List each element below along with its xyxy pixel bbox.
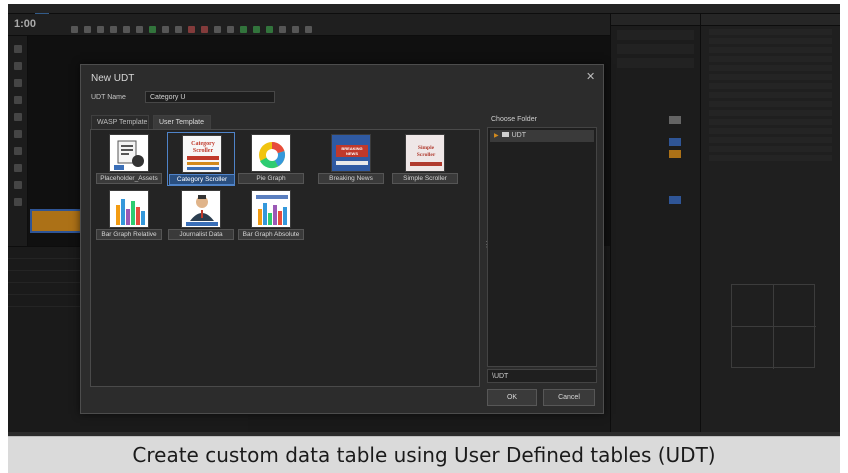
folder-item-udt[interactable]: ▶ UDT	[490, 130, 594, 142]
template-label: Journalist Data	[168, 229, 234, 240]
close-icon[interactable]: ✕	[586, 70, 595, 83]
breaking-news-thumbnail: BREAKING NEWS	[331, 134, 371, 172]
caption-text: Create custom data table using User Defi…	[132, 443, 716, 467]
tab-wasp-template[interactable]: WASP Template	[91, 115, 149, 129]
chevron-right-icon[interactable]: ▶	[494, 133, 499, 139]
template-tile-bar-graph-relative[interactable]: Bar Graph Relative	[95, 188, 163, 242]
template-tile-bar-graph-absolute[interactable]: Bar Graph Absolute	[237, 188, 305, 242]
dialog-title: New UDT	[91, 73, 135, 84]
template-tile-breaking-news[interactable]: BREAKING NEWS Breaking News	[317, 132, 385, 186]
simple-scroller-thumbnail: Simple Scroller	[405, 134, 445, 172]
template-gallery: Placeholder_Assets Category Scroller Cat…	[90, 129, 480, 387]
thumb-text: Category	[191, 141, 215, 147]
thumb-text: NEWS	[346, 151, 358, 156]
bar-graph-absolute-thumbnail	[251, 190, 291, 228]
template-tile-placeholder-assets[interactable]: Placeholder_Assets	[95, 132, 163, 186]
bar-graph-relative-thumbnail	[109, 190, 149, 228]
template-tile-journalist-data[interactable]: Journalist Data	[167, 188, 235, 242]
folder-path-field[interactable]: \UDT	[487, 369, 597, 383]
pie-graph-thumbnail	[251, 134, 291, 172]
template-tile-category-scroller[interactable]: Category Scroller Category Scroller	[167, 132, 235, 186]
choose-folder-label: Choose Folder	[491, 116, 537, 123]
template-label: Simple Scroller	[392, 173, 458, 184]
video-caption-bar: Create custom data table using User Defi…	[8, 436, 840, 473]
template-label: Placeholder_Assets	[96, 173, 162, 184]
template-label: Bar Graph Absolute	[238, 229, 304, 240]
udt-name-label: UDT Name	[91, 94, 126, 101]
cancel-button[interactable]: Cancel	[543, 389, 595, 406]
folder-tree: ▶ UDT	[487, 127, 597, 367]
template-tile-simple-scroller[interactable]: Simple Scroller Simple Scroller	[391, 132, 459, 186]
screenshot-stage: ■ ■ ■ 1:00	[0, 0, 848, 473]
folder-name: UDT	[511, 132, 527, 139]
template-label: Breaking News	[318, 173, 384, 184]
placeholder-assets-thumbnail	[109, 134, 149, 172]
template-tile-pie-graph[interactable]: Pie Graph	[237, 132, 305, 186]
new-udt-dialog: New UDT ✕ UDT Name WASP Template User Te…	[80, 64, 604, 414]
tab-user-template[interactable]: User Template	[153, 115, 211, 129]
ok-button[interactable]: OK	[487, 389, 537, 406]
journalist-data-thumbnail	[181, 190, 221, 228]
thumb-text: Scroller	[193, 148, 214, 154]
template-label: Category Scroller	[169, 174, 235, 185]
template-label: Bar Graph Relative	[96, 229, 162, 240]
udt-name-input[interactable]	[145, 91, 275, 103]
thumb-text: Simple	[418, 145, 435, 151]
panel-splitter-handle[interactable]: ⋮	[483, 241, 491, 251]
category-scroller-thumbnail: Category Scroller	[182, 135, 222, 173]
folder-icon	[501, 132, 509, 137]
wasp3d-designer-window: ■ ■ ■ 1:00	[8, 4, 840, 436]
template-label: Pie Graph	[238, 173, 304, 184]
thumb-text: Scroller	[417, 152, 436, 158]
